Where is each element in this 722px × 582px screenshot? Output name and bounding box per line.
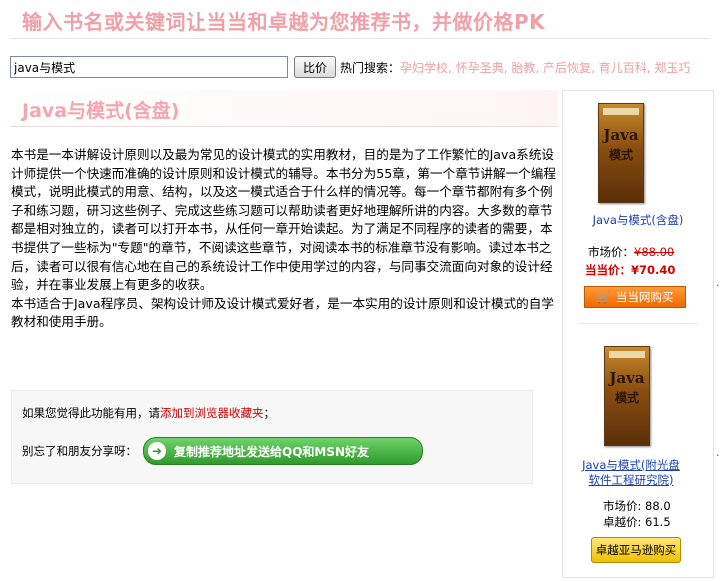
hot-search-label: 热门搜索： (340, 60, 401, 75)
book-cover-image[interactable]: Java 模式 (604, 346, 650, 446)
dangdang-buy-button[interactable]: 🛒 当当网购买 (584, 286, 686, 308)
share-panel: 如果您觉得此功能有用，请添加到浏览器收藏夹； 别忘了和朋友分享呀： ➜ 复制推荐… (11, 390, 533, 484)
dangdang-buy-label: 当当网购买 (615, 290, 674, 304)
hot-search-link[interactable]: 产后恢复 (543, 61, 591, 75)
market-price-value: ¥88.00 (634, 245, 675, 259)
copy-share-link-button[interactable]: ➜ 复制推荐地址发送给QQ和MSN好友 (143, 437, 423, 465)
cover-title-cn: 模式 (608, 148, 633, 162)
search-input[interactable] (10, 56, 288, 78)
bookmark-suffix: ； (263, 406, 276, 420)
banner-divider (10, 38, 710, 39)
cover-title-java: Java (603, 126, 639, 144)
add-bookmark-link[interactable]: 添加到浏览器收藏夹 (160, 406, 264, 420)
cover-title-java: Java (609, 369, 645, 387)
hot-search-link[interactable]: 胎教 (511, 61, 535, 75)
book-description: 本书是一本讲解设计原则以及最为常见的设计模式的实用教材，目的是为了工作繁忙的Ja… (11, 146, 559, 332)
dangdang-price-value: ¥70.40 (631, 263, 676, 277)
hot-search-link[interactable]: 孕妇学校 (400, 61, 448, 75)
edge-marker: · (716, 449, 720, 462)
arrow-right-icon: ➜ (148, 442, 166, 460)
share-row: 别忘了和朋友分享呀： ➜ 复制推荐地址发送给QQ和MSN好友 (22, 437, 423, 465)
compare-price-button[interactable]: 比价 (294, 56, 337, 78)
description-paragraph: 本书适合于Java程序员、架构设计师及设计模式爱好者，是一本实用的设计原则和设计… (11, 295, 554, 330)
hot-search-link[interactable]: 育儿百科 (599, 61, 647, 75)
copy-share-link-label: 复制推荐地址发送给QQ和MSN好友 (174, 444, 370, 459)
share-label: 别忘了和朋友分享呀： (22, 444, 137, 458)
search-bar: 比价 热门搜索： 孕妇学校, 怀孕圣典, 胎教, 产后恢复, 育儿百科, 郑玉巧 (10, 55, 690, 79)
price-compare-sidebar: Java 模式 Java与模式(含盘) 市场价：¥88.00 当当价：¥70.4… (562, 90, 714, 578)
hot-search-link[interactable]: 怀孕圣典 (456, 61, 504, 75)
dangdang-book-link[interactable]: Java与模式(含盘) (573, 212, 703, 228)
joyo-book-link[interactable]: Java与模式(附光盘软件工程研究院) (579, 458, 683, 488)
edge-marker: · (716, 279, 720, 292)
sidebar-divider (578, 323, 698, 324)
joyo-price: 卓越价: 61.5 (603, 515, 671, 529)
page-banner: 输入书名或关键词让当当和卓越为您推荐书，并做价格PK (22, 10, 546, 34)
cart-icon: 🛒 (596, 290, 611, 304)
book-cover-image[interactable]: Java 模式 (598, 103, 644, 203)
bookmark-hint: 如果您觉得此功能有用，请添加到浏览器收藏夹； (22, 405, 275, 421)
description-paragraph: 本书是一本讲解设计原则以及最为常见的设计模式的实用教材，目的是为了工作繁忙的Ja… (11, 147, 556, 293)
bookmark-prefix: 如果您觉得此功能有用，请 (22, 406, 160, 420)
hot-search-links: 孕妇学校, 怀孕圣典, 胎教, 产后恢复, 育儿百科, 郑玉巧 (400, 60, 691, 75)
cover-title-cn: 模式 (614, 391, 639, 405)
joyo-buy-button[interactable]: 卓越亚马逊购买 (591, 537, 681, 563)
hot-search-link[interactable]: 郑玉巧 (654, 61, 690, 75)
book-title: Java与模式(含盘) (22, 100, 180, 122)
joyo-market-price: 市场价: 88.0 (603, 499, 671, 513)
dangdang-market-price: 市场价：¥88.00 (588, 245, 675, 259)
dangdang-price: 当当价：¥70.40 (585, 263, 676, 277)
